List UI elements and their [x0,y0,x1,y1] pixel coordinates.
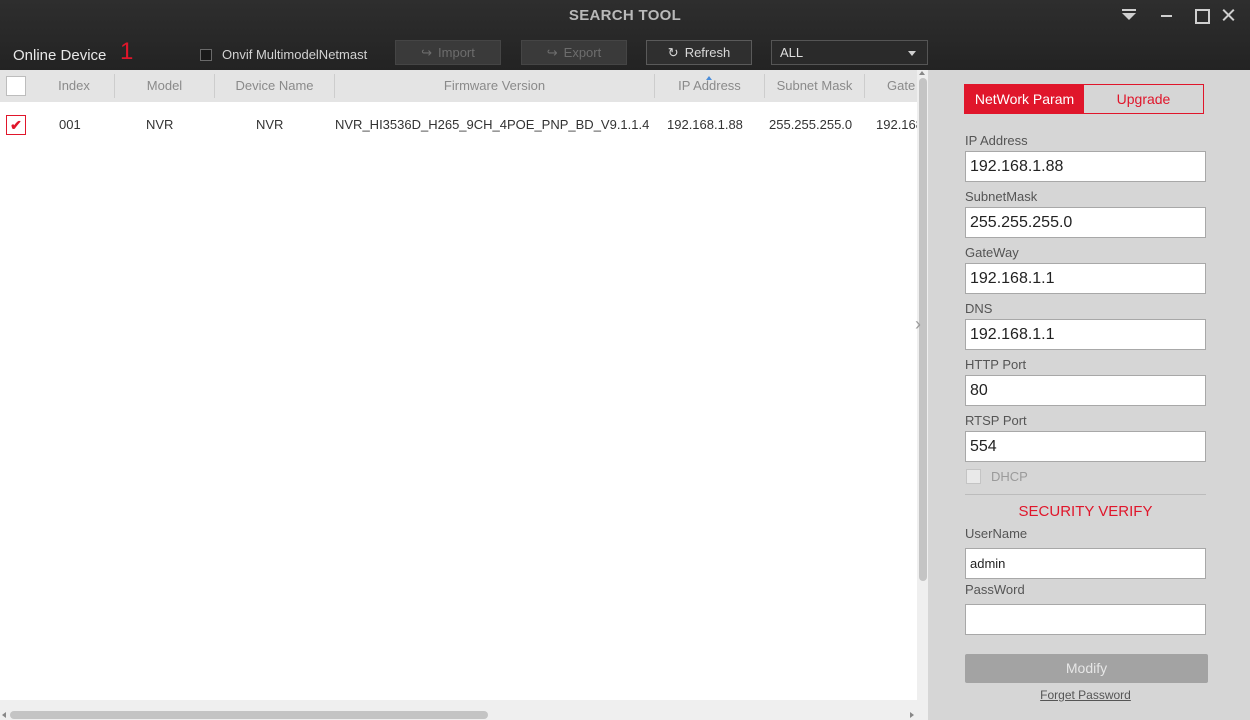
subnet-mask-input[interactable] [965,207,1206,238]
dhcp-checkbox[interactable]: DHCP [966,469,1028,484]
username-label: UserName [965,526,1028,541]
security-verify-title: SECURITY VERIFY [1018,503,1153,520]
import-button[interactable]: ↪ Import [395,40,501,65]
device-filter-select[interactable]: ALL [771,40,928,65]
dropdown-menu-icon[interactable] [1117,4,1141,26]
online-device-label: Online Device [13,47,107,64]
export-button[interactable]: ↪ Export [521,40,627,65]
chevron-down-icon [908,51,916,56]
maximize-icon[interactable] [1189,4,1213,26]
ip-address-label: IP Address [965,133,1028,148]
tab-upgrade[interactable]: Upgrade [1084,85,1203,113]
cell-index: 001 [59,117,81,132]
cell-ip: 192.168.1.88 [667,117,743,132]
minimize-icon[interactable] [1155,4,1179,26]
cell-firmware: NVR_HI3536D_H265_9CH_4POE_PNP_BD_V9.1.1.… [335,117,650,132]
column-index[interactable]: Index [34,74,115,98]
http-port-label: HTTP Port [965,357,1027,372]
subnet-mask-label: SubnetMask [965,189,1038,204]
scroll-up-icon[interactable] [919,71,925,75]
cell-device-name: NVR [256,117,284,132]
dhcp-label: DHCP [991,469,1028,484]
filter-value: ALL [780,45,804,60]
rtsp-port-label: RTSP Port [965,413,1027,428]
network-param-panel: NetWork Param Upgrade IP Address SubnetM… [928,70,1250,720]
gateway-label: GateWay [965,245,1019,260]
scroll-right-icon[interactable] [910,712,914,718]
column-gateway[interactable]: Gate [865,70,917,102]
cell-subnet: 255.255.255.0 [769,117,853,132]
window-title: SEARCH TOOL [568,7,682,24]
gateway-input[interactable] [965,263,1206,294]
chevron-right-icon[interactable]: › [915,314,921,335]
http-port-input[interactable] [965,375,1206,406]
dns-label: DNS [965,301,993,316]
horizontal-scroll-thumb[interactable] [10,711,488,719]
scroll-left-icon[interactable] [2,712,6,718]
tab-network-param[interactable]: NetWork Param [965,85,1084,113]
cell-model: NVR [146,117,174,132]
dns-input[interactable] [965,319,1206,350]
refresh-button[interactable]: ↻ Refresh [646,40,752,65]
table-row[interactable]: ✔ 001 NVR NVR NVR_HI3536D_H265_9CH_4POE_… [0,110,917,140]
checkbox-icon[interactable] [200,48,212,61]
password-input[interactable] [965,604,1206,635]
column-firmware-version[interactable]: Firmware Version [335,74,655,98]
import-label: Import [438,45,475,60]
online-device-count: 1 [120,38,134,65]
title-bar: SEARCH TOOL Online Device 1 Onvif Multim… [0,0,1250,70]
section-divider [965,494,1206,495]
column-model[interactable]: Model [115,74,215,98]
horizontal-scrollbar[interactable] [0,700,928,720]
row-checkbox-checked[interactable]: ✔ [6,115,26,135]
checkmark-icon: ✔ [10,117,22,133]
password-label: PassWord [965,582,1025,597]
panel-tabs: NetWork Param Upgrade [964,84,1204,114]
vertical-scrollbar[interactable] [917,70,928,700]
select-all-checkbox[interactable] [6,76,26,96]
export-label: Export [563,45,602,60]
import-icon: ↪ [421,44,433,60]
refresh-icon: ↻ [667,44,679,60]
sort-ascending-icon [706,76,712,80]
cell-gateway: 192.168.1.1 [876,117,917,132]
table-header: Index Model Device Name Firmware Version… [0,70,917,102]
column-subnet-mask[interactable]: Subnet Mask [765,74,865,98]
forget-password-link[interactable]: Forget Password [965,688,1206,702]
ip-address-input[interactable] [965,151,1206,182]
export-icon: ↪ [546,44,558,60]
column-device-name[interactable]: Device Name [215,74,335,98]
onvif-checkbox[interactable]: Onvif MultimodelNetmast [200,47,367,62]
modify-button[interactable]: Modify [965,654,1208,683]
username-input[interactable] [965,548,1206,579]
refresh-label: Refresh [684,45,731,60]
device-table: Index Model Device Name Firmware Version… [0,70,917,700]
onvif-label: Onvif MultimodelNetmast [222,47,368,62]
checkbox-icon[interactable] [966,469,981,484]
close-icon[interactable] [1217,4,1241,26]
rtsp-port-input[interactable] [965,431,1206,462]
